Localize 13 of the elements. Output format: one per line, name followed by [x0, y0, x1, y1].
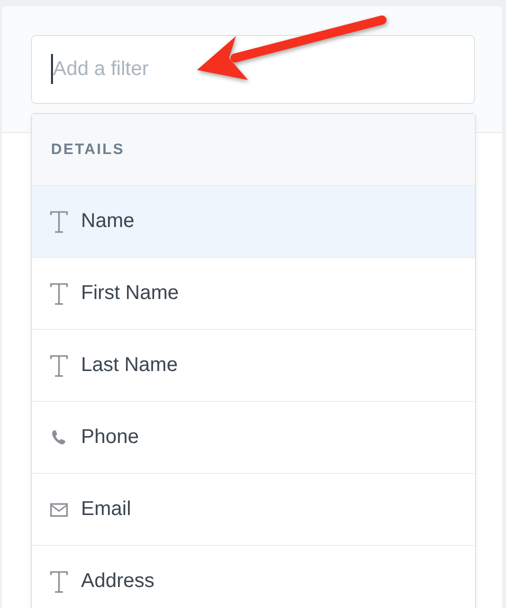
text-icon [50, 282, 68, 304]
menu-item[interactable]: Phone [32, 401, 475, 473]
menu-item[interactable]: Email [32, 473, 475, 545]
menu-item[interactable]: Last Name [32, 329, 475, 401]
text-icon [50, 354, 68, 376]
text-cursor [51, 54, 53, 84]
menu-item[interactable]: Name [32, 185, 475, 257]
text-icon [50, 210, 68, 232]
menu-item[interactable]: First Name [32, 257, 475, 329]
text-icon [50, 570, 68, 592]
section-heading: DETAILS [51, 141, 125, 158]
filter-field[interactable]: Add a filter [31, 35, 475, 104]
menu-item[interactable]: Address [32, 545, 475, 608]
